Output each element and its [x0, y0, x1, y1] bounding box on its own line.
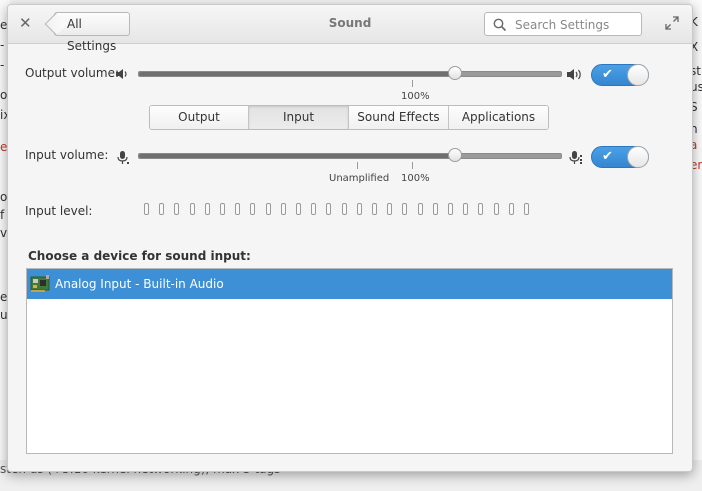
- input-level-bar: [250, 203, 256, 215]
- output-enable-switch[interactable]: ✔: [591, 64, 649, 86]
- title-bar: ✕ All Settings Sound: [8, 5, 692, 53]
- input-level-bar: [189, 203, 195, 215]
- input-level-bar: [204, 203, 210, 215]
- output-volume-label: Output volume:: [25, 66, 119, 80]
- input-volume-slider[interactable]: [138, 153, 562, 159]
- output-percent-label: 100%: [401, 91, 430, 102]
- volume-high-icon: [567, 69, 581, 80]
- background-text: -: [0, 58, 5, 72]
- input-level-bar: [493, 203, 499, 215]
- background-text: -: [0, 38, 5, 52]
- tab-input[interactable]: Input: [249, 106, 349, 129]
- input-level-label: Input level:: [25, 204, 93, 218]
- input-level-bar: [432, 203, 438, 215]
- switch-knob: [627, 146, 649, 168]
- input-level-bar: [463, 203, 469, 215]
- search-box[interactable]: [484, 12, 642, 36]
- input-level-bar: [174, 203, 180, 215]
- input-level-bar: [280, 203, 286, 215]
- switch-knob: [627, 64, 649, 86]
- input-level-bar: [311, 203, 317, 215]
- input-volume-handle[interactable]: [447, 148, 462, 162]
- search-icon: [493, 18, 507, 32]
- input-level-bar: [524, 203, 529, 215]
- sound-card-icon: [30, 275, 50, 292]
- check-icon: ✔: [602, 149, 613, 164]
- input-level-bar: [144, 203, 149, 215]
- device-item-analog-input[interactable]: Analog Input - Built-in Audio: [27, 269, 672, 299]
- input-enable-switch[interactable]: ✔: [591, 146, 649, 168]
- input-volume-fill: [139, 154, 456, 158]
- input-level-bar: [372, 203, 377, 215]
- input-level-bar: [508, 203, 514, 215]
- device-tabs: Output Input Sound Effects Applications: [149, 105, 549, 130]
- input-level-bar: [341, 203, 347, 215]
- device-item-label: Analog Input - Built-in Audio: [55, 277, 224, 291]
- output-100-tick: [412, 80, 413, 87]
- device-list: Analog Input - Built-in Audio: [26, 268, 673, 454]
- input-volume-label: Input volume:: [25, 148, 109, 162]
- input-level-bar: [417, 203, 423, 215]
- tab-sound-effects[interactable]: Sound Effects: [349, 106, 449, 129]
- sound-settings-window: ✕ All Settings Sound Output volume: 100%…: [7, 4, 693, 472]
- unamplified-tick: [357, 162, 358, 169]
- output-volume-fill: [139, 72, 456, 76]
- input-level-bar: [478, 203, 484, 215]
- maximize-icon[interactable]: [665, 16, 679, 30]
- unamplified-label: Unamplified: [329, 173, 390, 184]
- check-icon: ✔: [602, 67, 613, 82]
- input-level-bar: [402, 203, 408, 215]
- microphone-low-icon: [117, 151, 129, 164]
- microphone-high-icon: [569, 151, 582, 164]
- input-percent-label: 100%: [401, 173, 430, 184]
- output-volume-handle[interactable]: [447, 66, 462, 80]
- input-level-bar: [387, 203, 393, 215]
- input-level-bar: [220, 203, 225, 215]
- input-level-bar: [326, 203, 332, 215]
- volume-low-icon: [116, 69, 127, 79]
- search-input[interactable]: [513, 15, 641, 35]
- input-level-bar: [235, 203, 241, 215]
- device-chooser-title: Choose a device for sound input:: [28, 249, 251, 263]
- output-volume-slider[interactable]: [138, 71, 562, 77]
- input-level-bar: [159, 203, 165, 215]
- input-level-bar: [265, 203, 271, 215]
- input-level-bar: [356, 203, 362, 215]
- input-level-bar: [296, 203, 301, 215]
- tab-output[interactable]: Output: [150, 106, 249, 129]
- tab-applications[interactable]: Applications: [449, 106, 548, 129]
- input-level-bar: [448, 203, 453, 215]
- input-100-tick: [412, 162, 413, 169]
